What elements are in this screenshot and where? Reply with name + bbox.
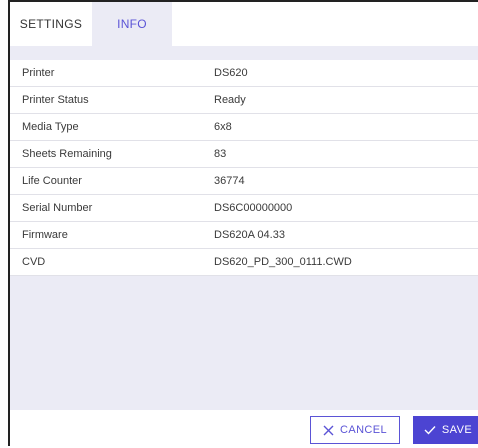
row-label: Serial Number bbox=[22, 202, 93, 214]
row-value: 36774 bbox=[214, 175, 245, 187]
table-row-serial-number: Serial Number DS6C00000000 bbox=[10, 195, 478, 222]
row-label: Life Counter bbox=[22, 175, 82, 187]
check-icon bbox=[424, 426, 436, 435]
table-row-life-counter: Life Counter 36774 bbox=[10, 168, 478, 195]
row-label: Printer bbox=[22, 67, 55, 79]
tab-bar: SETTINGS INFO bbox=[10, 2, 172, 46]
row-label: Printer Status bbox=[22, 94, 89, 106]
table-row-printer: Printer DS620 bbox=[10, 60, 478, 87]
row-value: 83 bbox=[214, 148, 227, 160]
row-label: CVD bbox=[22, 256, 46, 268]
table-row-cvd: CVD DS620_PD_300_0111.CWD bbox=[10, 249, 478, 276]
row-value: 6x8 bbox=[214, 121, 232, 133]
save-button-label: SAVE bbox=[441, 424, 473, 436]
dialog-footer: CANCEL SAVE bbox=[10, 410, 478, 448]
printer-dialog: SETTINGS INFO Printer DS620 Printer Stat… bbox=[8, 0, 478, 448]
table-row-sheets-remaining: Sheets Remaining 83 bbox=[10, 141, 478, 168]
empty-panel-area bbox=[10, 276, 478, 410]
row-label: Firmware bbox=[22, 229, 68, 241]
close-icon bbox=[323, 425, 334, 435]
save-button[interactable]: SAVE bbox=[413, 416, 478, 444]
table-row-media-type: Media Type 6x8 bbox=[10, 114, 478, 141]
row-value: Ready bbox=[214, 94, 246, 106]
row-value: DS620 bbox=[214, 67, 248, 79]
table-row-printer-status: Printer Status Ready bbox=[10, 87, 478, 114]
row-value: DS620_PD_300_0111.CWD bbox=[214, 256, 352, 268]
tab-settings[interactable]: SETTINGS bbox=[10, 2, 92, 46]
row-label: Media Type bbox=[22, 121, 79, 133]
table-row-firmware: Firmware DS620A 04.33 bbox=[10, 222, 478, 249]
printer-info-table: Printer DS620 Printer Status Ready Media… bbox=[10, 60, 478, 276]
tab-panel-header bbox=[10, 46, 478, 60]
row-value: DS6C00000000 bbox=[214, 202, 293, 214]
cancel-button[interactable]: CANCEL bbox=[310, 416, 400, 444]
row-label: Sheets Remaining bbox=[22, 148, 112, 160]
tab-info[interactable]: INFO bbox=[92, 2, 172, 46]
cancel-button-label: CANCEL bbox=[339, 424, 388, 436]
row-value: DS620A 04.33 bbox=[214, 229, 285, 241]
